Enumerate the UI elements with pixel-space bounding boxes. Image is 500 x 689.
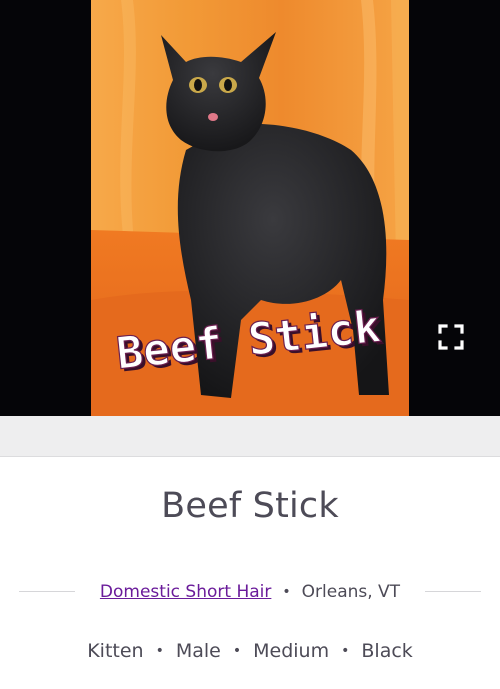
- color-text: Black: [361, 640, 413, 662]
- fullscreen-button[interactable]: [436, 322, 466, 352]
- breed-link[interactable]: Domestic Short Hair: [100, 582, 271, 602]
- separator-dot: •: [155, 643, 164, 659]
- sex-text: Male: [175, 640, 221, 662]
- photo-carousel[interactable]: Beef Stick Beef Stick: [0, 0, 500, 416]
- fullscreen-icon: [438, 324, 464, 350]
- carousel-divider-band: [0, 416, 500, 457]
- attributes-row: Kitten • Male • Medium • Black: [0, 636, 500, 666]
- cat-photo-image: Beef Stick Beef Stick: [91, 0, 409, 416]
- breed-location-row: Domestic Short Hair • Orleans, VT: [0, 578, 500, 606]
- size-text: Medium: [253, 640, 330, 662]
- separator-dot: •: [341, 643, 350, 659]
- separator-dot: •: [282, 584, 291, 600]
- separator-dot: •: [232, 643, 242, 659]
- location-text: Orleans, VT: [301, 582, 401, 602]
- age-text: Kitten: [87, 640, 144, 662]
- pet-name-heading: Beef Stick: [161, 486, 339, 526]
- pet-photo[interactable]: Beef Stick Beef Stick: [91, 0, 409, 416]
